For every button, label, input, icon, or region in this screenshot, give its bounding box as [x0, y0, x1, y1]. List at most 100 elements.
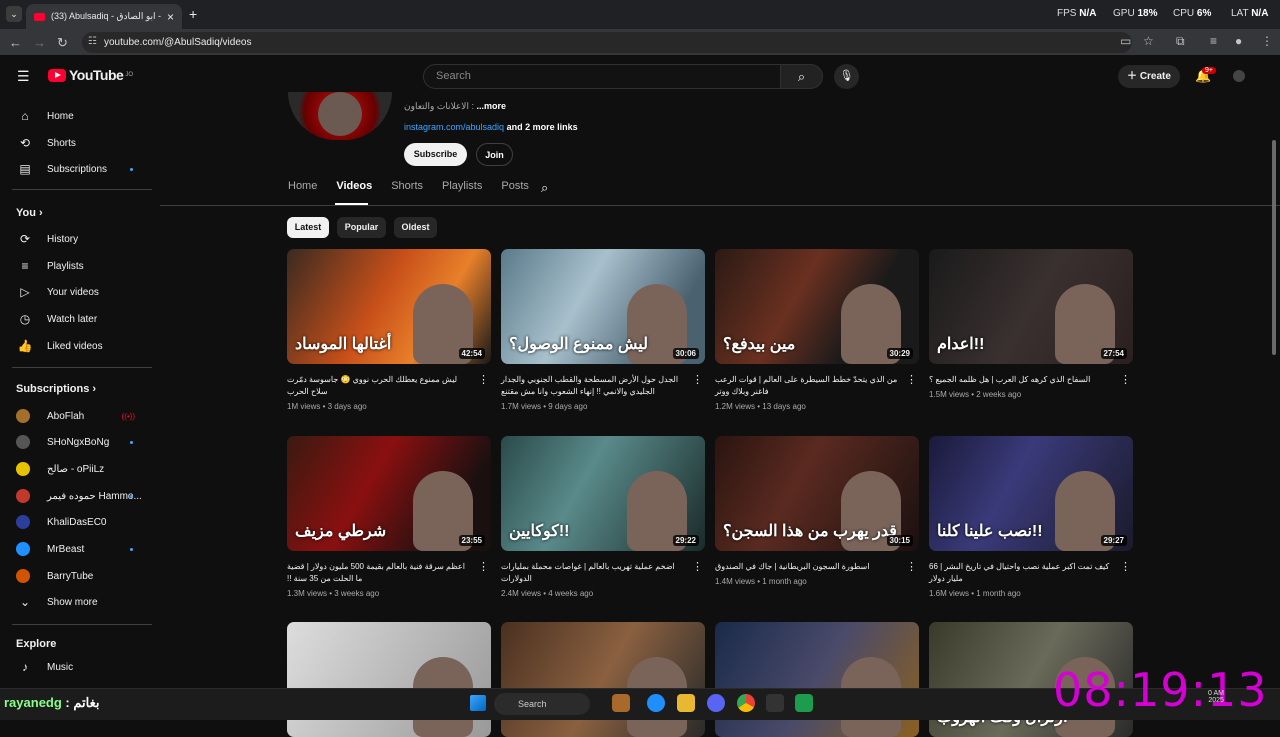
sidebar-sub-khalidasec0[interactable]: KhaliDasEC0	[0, 509, 155, 535]
system-clock[interactable]: 0 AM 2025	[1208, 690, 1224, 704]
video-thumbnail[interactable]: مين بيدفع؟ 30:29	[715, 249, 919, 364]
sidebar-subscriptions-heading[interactable]: Subscriptions ›	[16, 383, 96, 395]
tab-videos[interactable]: Videos	[336, 180, 372, 192]
chip-oldest[interactable]: Oldest	[394, 217, 437, 238]
page-scrollbar[interactable]	[1272, 140, 1276, 355]
reading-list-icon[interactable]: ≡	[1210, 34, 1217, 48]
cast-icon[interactable]: ▭	[1120, 34, 1131, 48]
video-card[interactable]: نصب علينا كلنا!! 29:27 كيف تمت اكبر عملية …	[929, 436, 1133, 598]
site-info-icon[interactable]: ☷	[88, 36, 97, 47]
active-tab-underline	[335, 203, 368, 205]
subscribe-button[interactable]: Subscribe	[404, 143, 467, 166]
sidebar-sub-shongxbong[interactable]: SHoNgxBoNg	[0, 429, 155, 455]
sidebar-item-home[interactable]: ⌂ Home	[0, 103, 155, 129]
video-card[interactable]: ليش ممنوع الوصول؟ 30:06 الجدل حول الأرض ال…	[501, 249, 705, 411]
sidebar-sub-hammo[interactable]: حموده فيمر Hammo...	[0, 483, 155, 509]
file-explorer-icon[interactable]	[677, 694, 695, 712]
video-thumbnail[interactable]: قدر يهرب من هذا السجن؟ 30:15	[715, 436, 919, 551]
create-button[interactable]: ＋ Create	[1118, 65, 1180, 88]
more-actions-icon[interactable]: ⋮	[692, 560, 703, 573]
video-thumbnail[interactable]: كوكايين!! 29:22	[501, 436, 705, 551]
video-thumbnail[interactable]: شرطي مزيف 23:55	[287, 436, 491, 551]
thumbnail-overlay-text: مين بيدفع؟	[723, 336, 796, 353]
video-card[interactable]: اعدام!! 27:54 السفاح الذي كرهه كل العرب | …	[929, 249, 1133, 399]
video-card[interactable]: شرطي مزيف 23:55 اعظم سرقة فنية بالعالم بقي…	[287, 436, 491, 598]
browser-menu-icon[interactable]: ⋮	[1261, 34, 1273, 48]
forward-icon[interactable]: →	[33, 35, 46, 50]
video-title[interactable]: من الذي يتحدّ خطط السيطرة على العالم | ق…	[715, 374, 919, 398]
discord-icon[interactable]	[707, 694, 725, 712]
voice-search-button[interactable]: 🎙	[834, 64, 859, 89]
sidebar-item-shorts[interactable]: ⟲ Shorts	[0, 130, 155, 156]
sidebar-sub-aboflah[interactable]: AboFlah ((•))	[0, 403, 155, 429]
youtube-logo[interactable]: YouTube JO	[48, 67, 133, 83]
video-title[interactable]: اضخم عملية تهريب بالعالم | غواصات محملة …	[501, 561, 705, 585]
more-actions-icon[interactable]: ⋮	[1120, 560, 1131, 573]
app-icon[interactable]	[795, 694, 813, 712]
sidebar-item-playlists[interactable]: ≡ Playlists	[0, 253, 155, 279]
tab-search-icon[interactable]: ⌄	[6, 6, 22, 22]
chip-latest[interactable]: Latest	[287, 217, 329, 238]
video-card[interactable]: قدر يهرب من هذا السجن؟ 30:15 اسطورة السجون…	[715, 436, 919, 586]
tab-close-icon[interactable]: ×	[167, 10, 174, 24]
sidebar-item-history[interactable]: ⟳ History	[0, 226, 155, 252]
sidebar-item-music[interactable]: ♪ Music	[0, 654, 155, 680]
search-button[interactable]: ⌕	[780, 64, 823, 89]
chip-popular[interactable]: Popular	[337, 217, 386, 238]
more-actions-icon[interactable]: ⋮	[906, 560, 917, 573]
channel-links[interactable]: instagram.com/abulsadiq and 2 more links	[404, 122, 578, 132]
video-thumbnail[interactable]: اعدام!! 27:54	[929, 249, 1133, 364]
join-button[interactable]: Join	[476, 143, 513, 166]
video-thumbnail[interactable]: ليش ممنوع الوصول؟ 30:06	[501, 249, 705, 364]
more-actions-icon[interactable]: ⋮	[478, 373, 489, 386]
taskbar-search[interactable]: Search	[494, 693, 590, 715]
widget-icon[interactable]	[612, 694, 630, 712]
search-input[interactable]: Search	[423, 64, 781, 89]
url-field[interactable]: youtube.com/@AbulSadiq/videos	[82, 32, 1132, 53]
more-actions-icon[interactable]: ⋮	[692, 373, 703, 386]
more-actions-icon[interactable]: ⋮	[1120, 373, 1131, 386]
windows-start-icon[interactable]	[470, 695, 486, 711]
sidebar-sub-barrytube[interactable]: BarryTube	[0, 563, 155, 589]
extensions-icon[interactable]: ⧉	[1176, 34, 1185, 49]
channel-description[interactable]: الاعلانات والتعاون : ...more	[404, 101, 506, 112]
sidebar-you-heading[interactable]: You ›	[16, 207, 43, 219]
more-actions-icon[interactable]: ⋮	[478, 560, 489, 573]
tab-playlists[interactable]: Playlists	[442, 180, 482, 192]
chrome-icon[interactable]	[737, 694, 755, 712]
video-thumbnail[interactable]: أغتالها الموساد 42:54	[287, 249, 491, 364]
terminal-icon[interactable]	[766, 694, 784, 712]
sidebar-item-liked-videos[interactable]: 👍 Liked videos	[0, 333, 155, 359]
sidebar-sub-opiilz[interactable]: صالح - oPiiLz	[0, 456, 155, 482]
hamburger-menu-icon[interactable]: ☰	[17, 68, 30, 85]
video-card[interactable]: أغتالها الموساد 42:54 ليش ممنوع يعطلك الحر…	[287, 249, 491, 411]
sidebar-item-subscriptions[interactable]: ▤ Subscriptions	[0, 156, 155, 182]
video-thumbnail[interactable]: نصب علينا كلنا!! 29:27	[929, 436, 1133, 551]
sidebar-sub-mrbeast[interactable]: MrBeast	[0, 536, 155, 562]
video-title[interactable]: السفاح الذي كرهه كل العرب | هل ظلمه الجم…	[929, 374, 1133, 386]
video-title[interactable]: اعظم سرقة فنية بالعالم بقيمة 500 مليون د…	[287, 561, 491, 585]
edge-icon[interactable]	[647, 694, 665, 712]
tab-posts[interactable]: Posts	[501, 180, 529, 192]
account-avatar[interactable]	[1233, 70, 1245, 82]
reload-icon[interactable]: ↻	[57, 35, 68, 51]
video-title[interactable]: كيف تمت اكبر عملية نصب واحتيال في تاريخ …	[929, 561, 1133, 585]
video-title[interactable]: اسطورة السجون البريطانية | جاك في الصندو…	[715, 561, 919, 573]
tab-shorts[interactable]: Shorts	[391, 180, 423, 192]
more-actions-icon[interactable]: ⋮	[906, 373, 917, 386]
channel-avatar-large[interactable]	[288, 92, 392, 140]
browser-tab[interactable]: (33) Abulsadiq - ابو الصادق - Yo ×	[26, 4, 182, 29]
channel-search-icon[interactable]: ⌕	[541, 180, 548, 196]
video-title[interactable]: ليش ممنوع يعطلك الحرب نووي 😳 جاسوسة دمّر…	[287, 374, 491, 398]
profile-icon[interactable]: ●	[1235, 34, 1242, 48]
new-tab-icon[interactable]: +	[189, 6, 197, 22]
video-title[interactable]: الجدل حول الأرض المسطحة والقطب الجنوبي و…	[501, 374, 705, 398]
video-card[interactable]: كوكايين!! 29:22 اضخم عملية تهريب بالعالم |…	[501, 436, 705, 598]
back-icon[interactable]: ←	[9, 35, 22, 50]
bookmark-star-icon[interactable]: ☆	[1143, 34, 1154, 48]
sidebar-item-your-videos[interactable]: ▷ Your videos	[0, 279, 155, 305]
sidebar-show-more[interactable]: ⌄ Show more	[0, 589, 155, 615]
video-card[interactable]: مين بيدفع؟ 30:29 من الذي يتحدّ خطط السيطرة…	[715, 249, 919, 411]
sidebar-item-watch-later[interactable]: ◷ Watch later	[0, 306, 155, 332]
tab-home[interactable]: Home	[288, 180, 317, 192]
